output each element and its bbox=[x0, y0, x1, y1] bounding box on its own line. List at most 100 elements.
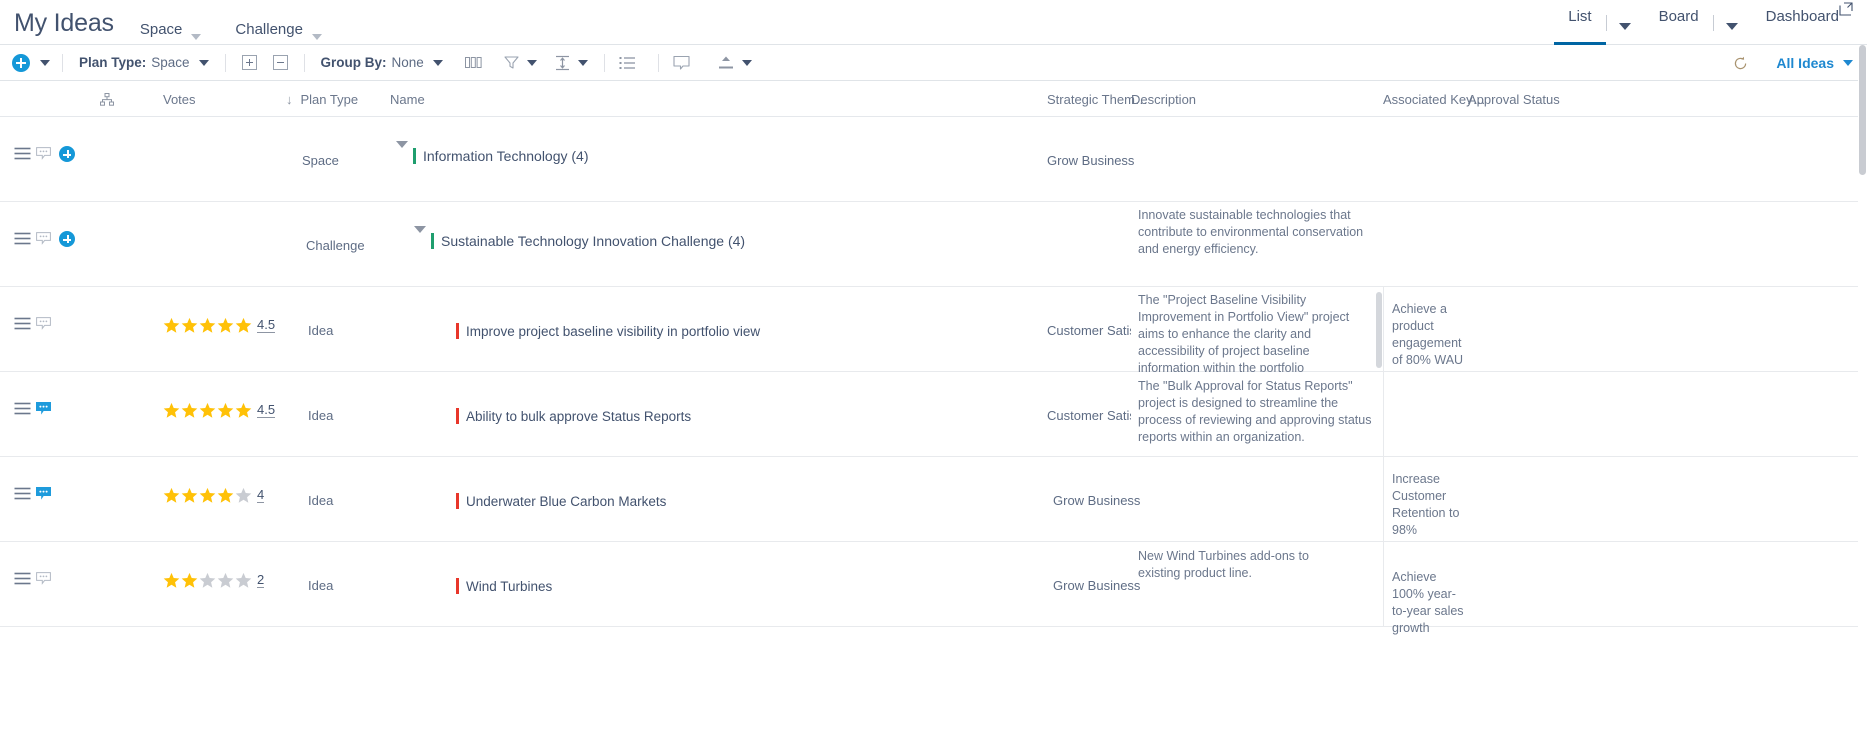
cell-votes[interactable]: 4 bbox=[163, 487, 265, 504]
tab-board[interactable]: Board bbox=[1645, 0, 1713, 45]
grid-header-row: Votes ↓ Plan Type Name Strategic Them… D… bbox=[0, 81, 1867, 117]
drag-handle-icon bbox=[14, 317, 31, 330]
columns-button[interactable] bbox=[464, 55, 482, 70]
cell-votes[interactable]: 4.5 bbox=[163, 402, 276, 419]
table-row[interactable]: 4 Idea Underwater Blue Carbon Markets Gr… bbox=[0, 457, 1867, 542]
column-header-name[interactable]: Name bbox=[390, 81, 425, 117]
column-header-approval-status[interactable]: Approval Status bbox=[1468, 81, 1560, 117]
row-drag-handle[interactable] bbox=[14, 572, 31, 588]
name-color-bar bbox=[456, 323, 459, 339]
row-drag-handle[interactable] bbox=[14, 317, 31, 333]
cell-name[interactable]: Ability to bulk approve Status Reports bbox=[456, 408, 691, 424]
refresh-button[interactable] bbox=[1733, 56, 1748, 71]
hierarchy-icon bbox=[100, 92, 114, 106]
cell-name[interactable]: Information Technology (4) bbox=[413, 148, 589, 164]
star-filled-icon bbox=[199, 487, 216, 503]
cell-name[interactable]: Wind Turbines bbox=[456, 578, 552, 594]
column-header-plan-type[interactable]: ↓ Plan Type bbox=[286, 81, 358, 117]
column-header-hierarchy[interactable] bbox=[100, 81, 114, 117]
row-height-chevron-down-icon[interactable] bbox=[577, 59, 588, 66]
header-filter-space[interactable]: Space bbox=[140, 20, 202, 40]
row-drag-handle[interactable] bbox=[14, 147, 31, 163]
table-row[interactable]: 2 Idea Wind Turbines Grow Business New W… bbox=[0, 542, 1867, 635]
divider bbox=[1605, 15, 1607, 31]
cell-name[interactable]: Underwater Blue Carbon Markets bbox=[456, 493, 666, 509]
filter-button[interactable] bbox=[504, 55, 519, 70]
comments-button[interactable] bbox=[673, 55, 690, 71]
cell-description: New Wind Turbines add-ons to existing pr… bbox=[1138, 549, 1309, 580]
ideas-grid: Votes ↓ Plan Type Name Strategic Them… D… bbox=[0, 81, 1867, 635]
cell-associated-key-results: Achieve a product engagement of 80% WAU bbox=[1392, 302, 1464, 367]
table-row[interactable]: Space Information Technology (4) Grow Bu… bbox=[0, 117, 1867, 202]
page-scrollbar-thumb[interactable] bbox=[1859, 45, 1866, 175]
row-add-child-button[interactable] bbox=[59, 146, 75, 162]
row-add-child-button[interactable] bbox=[59, 231, 75, 247]
add-idea-button[interactable] bbox=[12, 53, 30, 72]
tab-board-label: Board bbox=[1658, 8, 1699, 25]
tab-list[interactable]: List bbox=[1554, 0, 1606, 45]
row-comment-button[interactable] bbox=[36, 232, 51, 248]
collapse-all-button[interactable] bbox=[272, 55, 288, 70]
description-scrollbar[interactable] bbox=[1376, 292, 1382, 368]
cell-name-text: Underwater Blue Carbon Markets bbox=[466, 493, 667, 509]
star-filled-icon bbox=[163, 402, 180, 418]
header-filter-challenge-label: Challenge bbox=[235, 21, 303, 38]
row-comment-button[interactable] bbox=[36, 147, 51, 163]
row-comment-button[interactable] bbox=[36, 572, 51, 588]
page-title: My Ideas bbox=[14, 9, 114, 37]
filter-chevron-down-icon[interactable] bbox=[526, 59, 537, 66]
expand-window-icon[interactable] bbox=[1839, 2, 1853, 16]
drag-handle-icon bbox=[14, 232, 31, 245]
cell-strategic-theme: Grow Business bbox=[1047, 153, 1135, 168]
column-header-description[interactable]: Description bbox=[1131, 81, 1196, 117]
drag-handle-icon bbox=[14, 147, 31, 160]
star-empty-icon bbox=[235, 572, 252, 588]
expand-all-button[interactable] bbox=[241, 55, 257, 70]
cell-name-text: Improve project baseline visibility in p… bbox=[466, 323, 761, 339]
board-view-options-chevron-down-icon[interactable] bbox=[1725, 23, 1738, 30]
cell-votes[interactable]: 2 bbox=[163, 572, 265, 589]
page-scrollbar[interactable] bbox=[1858, 45, 1867, 751]
plan-type-chevron-down-icon bbox=[198, 59, 209, 66]
divider bbox=[603, 53, 605, 72]
divider bbox=[1712, 15, 1714, 31]
list-view-options-chevron-down-icon[interactable] bbox=[1618, 23, 1631, 30]
comment-outline-icon bbox=[36, 572, 51, 585]
name-color-bar bbox=[456, 408, 459, 424]
grid-rows: Space Information Technology (4) Grow Bu… bbox=[0, 117, 1867, 635]
row-comment-button[interactable] bbox=[36, 317, 51, 333]
export-chevron-down-icon[interactable] bbox=[741, 59, 752, 66]
fields-button[interactable] bbox=[619, 56, 636, 70]
row-drag-handle[interactable] bbox=[14, 232, 31, 248]
export-button[interactable] bbox=[718, 55, 734, 71]
cell-description: Innovate sustainable technologies that c… bbox=[1138, 208, 1364, 256]
table-row[interactable]: Challenge Sustainable Technology Innovat… bbox=[0, 202, 1867, 287]
refresh-icon bbox=[1735, 56, 1747, 69]
tab-dashboard[interactable]: Dashboard bbox=[1752, 0, 1853, 45]
saved-view-selector[interactable]: All Ideas bbox=[1776, 55, 1853, 71]
row-expand-toggle[interactable] bbox=[396, 141, 408, 163]
row-height-button[interactable] bbox=[555, 55, 570, 71]
export-icon bbox=[718, 56, 733, 68]
column-header-votes[interactable]: Votes bbox=[163, 81, 196, 117]
plan-type-label: Plan Type: bbox=[79, 55, 147, 70]
cell-name-text: Sustainable Technology Innovation Challe… bbox=[441, 233, 746, 249]
row-drag-handle[interactable] bbox=[14, 487, 31, 503]
row-comment-button[interactable] bbox=[36, 402, 51, 419]
table-row[interactable]: 4.5 Idea Improve project baseline visibi… bbox=[0, 287, 1867, 392]
group-by-selector[interactable]: Group By: None bbox=[321, 55, 443, 70]
row-comment-button[interactable] bbox=[36, 487, 51, 504]
row-drag-handle[interactable] bbox=[14, 402, 31, 418]
cell-name[interactable]: Improve project baseline visibility in p… bbox=[456, 323, 760, 339]
row-expand-toggle[interactable] bbox=[414, 226, 426, 248]
star-filled-icon bbox=[199, 402, 216, 418]
header-filter-challenge[interactable]: Challenge bbox=[235, 20, 322, 40]
grid-toolbar: Plan Type: Space Group By: None All Idea… bbox=[0, 45, 1867, 81]
cell-name[interactable]: Sustainable Technology Innovation Challe… bbox=[431, 233, 745, 249]
cell-votes[interactable]: 4.5 bbox=[163, 317, 276, 334]
add-idea-chevron-down-icon[interactable] bbox=[40, 59, 50, 66]
table-row[interactable]: 4.5 Idea Ability to bulk approve Status … bbox=[0, 372, 1867, 457]
plan-type-selector[interactable]: Plan Type: Space bbox=[79, 55, 209, 70]
saved-view-chevron-down-icon bbox=[1843, 60, 1853, 66]
view-switcher: List Board Dashboard bbox=[1554, 0, 1853, 45]
